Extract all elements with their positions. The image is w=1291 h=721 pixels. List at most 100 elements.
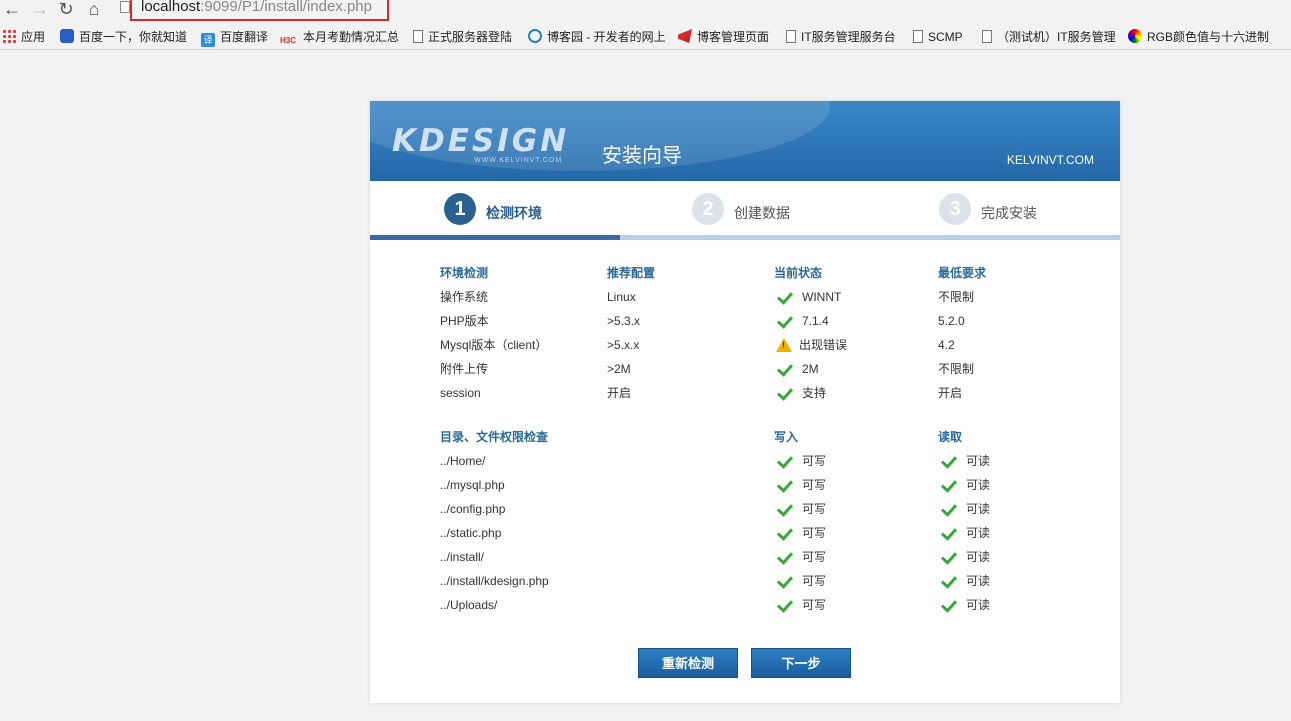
page-icon xyxy=(120,1,130,13)
read-status: 可读 xyxy=(938,449,990,473)
column-header: 读取 xyxy=(938,430,963,444)
step-number: 2 xyxy=(692,193,724,225)
write-status: 可写 xyxy=(774,545,826,569)
bookmark-scmp[interactable]: SCMP xyxy=(913,28,963,46)
site-link[interactable]: KELVINVT.COM xyxy=(1007,153,1094,167)
column-header: 写入 xyxy=(774,430,799,444)
dir-path: ../static.php xyxy=(440,526,502,540)
write-status: 可写 xyxy=(774,569,826,593)
write-status: 可写 xyxy=(774,521,826,545)
permission-check-table: 目录、文件权限检查 写入 读取 ../Home/可写 可读 ../mysql.php… xyxy=(440,425,1060,617)
bookmark-label: SCMP xyxy=(928,30,963,44)
write-status: 可写 xyxy=(774,449,826,473)
warning-icon xyxy=(776,338,792,352)
bookmark-it-service-desk[interactable]: IT服务管理服务台 xyxy=(786,28,896,46)
progress-fill xyxy=(370,235,620,240)
baidu-paw-icon xyxy=(60,29,74,43)
wizard-steps: 1 检测环境 2 创建数据 3 完成安装 xyxy=(370,181,1120,241)
env-minimum: 4.2 xyxy=(938,338,955,352)
bookmark-cnblogs[interactable]: 博客园 - 开发者的网上 xyxy=(528,28,666,46)
bookmark-label: RGB颜色值与十六进制 xyxy=(1147,30,1270,44)
table-row: ../Home/可写 可读 xyxy=(440,449,1060,473)
read-status: 可读 xyxy=(938,593,990,617)
env-status: 出现错误 xyxy=(774,333,847,357)
table-row: PHP版本 >5.3.x 7.1.4 5.2.0 xyxy=(440,309,1060,333)
next-step-button[interactable]: 下一步 xyxy=(751,648,851,678)
step-label: 完成安装 xyxy=(981,205,1037,221)
bookmarks-bar: 应用 百度一下，你就知道 译百度翻译 H3C 本月考勤情况汇总 正式服务器登陆 博… xyxy=(0,24,1291,50)
table-row: ../static.php 可写 可读 xyxy=(440,521,1060,545)
env-item-name: 操作系统 xyxy=(440,290,489,304)
column-header: 最低要求 xyxy=(938,266,987,280)
dir-path: ../install/ xyxy=(440,550,485,564)
bookmark-label: 博客园 - 开发者的网上 xyxy=(547,30,666,44)
wizard-title: 安装向导 xyxy=(602,145,682,167)
bookmark-label: 正式服务器登陆 xyxy=(428,30,513,44)
table-header-row: 环境检测 推荐配置 当前状态 最低要求 xyxy=(440,261,1060,285)
bookmark-baidu-translate[interactable]: 译百度翻译 xyxy=(201,28,268,47)
dir-path: ../Uploads/ xyxy=(440,598,498,612)
bookmark-server-login[interactable]: 正式服务器登陆 xyxy=(413,28,512,46)
page-icon xyxy=(982,30,992,43)
forward-arrow-icon[interactable]: → xyxy=(30,0,50,20)
table-row: ../mysql.php 可写 可读 xyxy=(440,473,1060,497)
table-row: 附件上传 >2M 2M 不限制 xyxy=(440,357,1060,381)
column-header: 推荐配置 xyxy=(607,266,656,280)
bookmark-blog-admin[interactable]: 博客管理页面 xyxy=(678,28,769,46)
browser-toolbar: ← → ↻ ⌂ localhost:9099/P1/install/index.… xyxy=(0,0,1291,24)
table-row: ../install/可写 可读 xyxy=(440,545,1060,569)
home-icon[interactable]: ⌂ xyxy=(84,0,104,20)
bookmark-test-it-service[interactable]: （测试机）IT服务管理 xyxy=(982,28,1116,46)
env-recommended: 开启 xyxy=(607,386,632,400)
read-status: 可读 xyxy=(938,545,990,569)
env-recommended: >2M xyxy=(607,362,631,376)
column-header: 当前状态 xyxy=(774,266,823,280)
bookmark-baidu[interactable]: 百度一下，你就知道 xyxy=(60,28,187,46)
logo-subtitle: WWW.KELVINVT.COM xyxy=(474,157,563,164)
reload-icon[interactable]: ↻ xyxy=(56,0,76,20)
wizard-header: KDESIGN WWW.KELVINVT.COM 安装向导 KELVINVT.C… xyxy=(370,101,1120,181)
write-status: 可写 xyxy=(774,473,826,497)
step-number: 1 xyxy=(444,193,476,225)
table-row: Mysql版本（client） >5.x.x 出现错误 4.2 xyxy=(440,333,1060,357)
dir-path: ../Home/ xyxy=(440,454,486,468)
read-status: 可读 xyxy=(938,569,990,593)
env-recommended: >5.x.x xyxy=(607,338,640,352)
read-status: 可读 xyxy=(938,521,990,545)
env-item-name: PHP版本 xyxy=(440,314,489,328)
read-status: 可读 xyxy=(938,473,990,497)
table-row: ../Uploads/可写 可读 xyxy=(440,593,1060,617)
write-status: 可写 xyxy=(774,497,826,521)
wizard-progress-bar xyxy=(370,235,1120,240)
install-wizard-card: KDESIGN WWW.KELVINVT.COM 安装向导 KELVINVT.C… xyxy=(370,101,1120,703)
address-bar[interactable]: localhost:9099/P1/install/index.php xyxy=(141,0,372,15)
page-icon xyxy=(786,30,796,43)
read-status: 可读 xyxy=(938,497,990,521)
bookmark-label: IT服务管理服务台 xyxy=(801,30,896,44)
table-row: ../config.php 可写 可读 xyxy=(440,497,1060,521)
table-row: session 开启 支持 开启 xyxy=(440,381,1060,405)
env-status: WINNT xyxy=(774,285,841,309)
cnblogs-icon xyxy=(528,29,542,43)
env-status: 支持 xyxy=(774,381,826,405)
bookmark-label: 应用 xyxy=(21,30,46,44)
bookmark-apps[interactable]: 应用 xyxy=(2,28,45,46)
page-icon xyxy=(413,30,423,43)
env-minimum: 不限制 xyxy=(938,362,975,376)
bookmark-label: 本月考勤情况汇总 xyxy=(303,30,400,44)
env-recommended: Linux xyxy=(607,290,636,304)
bookmark-label: 百度一下，你就知道 xyxy=(79,30,188,44)
bookmark-attendance[interactable]: H3C 本月考勤情况汇总 xyxy=(280,28,399,46)
back-arrow-icon[interactable]: ← xyxy=(2,0,22,20)
env-minimum: 不限制 xyxy=(938,290,975,304)
step-number: 3 xyxy=(939,193,971,225)
table-row: 操作系统 Linux WINNT 不限制 xyxy=(440,285,1060,309)
h3c-icon: H3C xyxy=(280,36,297,45)
table-header-row: 目录、文件权限检查 写入 读取 xyxy=(440,425,1060,449)
bookmark-label: （测试机）IT服务管理 xyxy=(997,30,1116,44)
url-host: localhost xyxy=(141,0,201,15)
url-path: :9099/P1/install/index.php xyxy=(200,0,372,15)
recheck-button[interactable]: 重新检测 xyxy=(638,648,738,678)
env-minimum: 开启 xyxy=(938,386,963,400)
bookmark-rgb-hex[interactable]: RGB颜色值与十六进制 xyxy=(1128,28,1269,46)
